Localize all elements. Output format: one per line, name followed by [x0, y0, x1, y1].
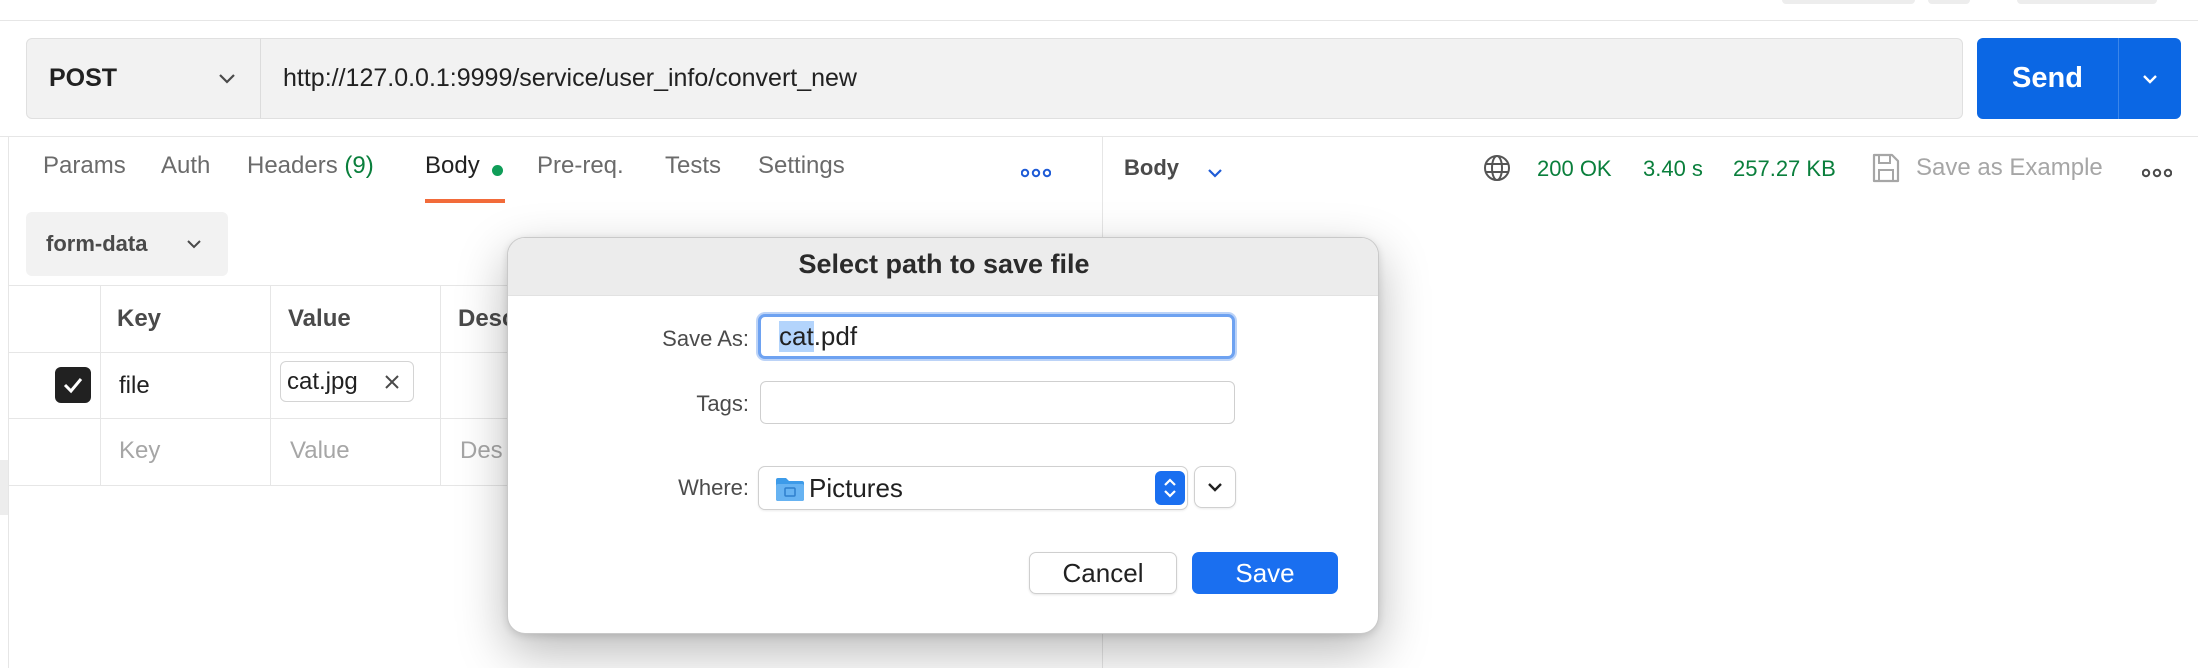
- description-input[interactable]: Des: [460, 437, 503, 465]
- table-border: [8, 418, 508, 419]
- chevron-down-icon: [219, 74, 235, 84]
- cancel-button[interactable]: Cancel: [1029, 552, 1177, 594]
- close-icon[interactable]: [383, 373, 401, 391]
- toolbar-button-partial[interactable]: [1928, 0, 1970, 4]
- table-border: [8, 285, 508, 286]
- tab-headers[interactable]: Headers (9): [247, 152, 374, 180]
- file-name: cat.jpg: [287, 367, 358, 395]
- save-button[interactable]: Save: [1192, 552, 1338, 594]
- tab-tests[interactable]: Tests: [665, 152, 721, 180]
- save-as-label: Save As:: [662, 326, 749, 351]
- chevron-down-icon: [187, 240, 201, 249]
- tags-input[interactable]: [760, 381, 1235, 424]
- response-time[interactable]: 3.40 s: [1643, 156, 1703, 182]
- chevron-down-icon[interactable]: [1205, 164, 1225, 184]
- filename-extension: .pdf: [813, 321, 858, 351]
- table-border: [440, 285, 441, 485]
- tab-params[interactable]: Params: [43, 152, 126, 180]
- save-file-dialog: Select path to save file Save As: cat .pd…: [507, 237, 1379, 634]
- column-header-key: Key: [117, 305, 162, 332]
- send-options-button[interactable]: [2118, 38, 2181, 119]
- globe-icon[interactable]: [1482, 153, 1512, 183]
- toolbar-button-partial[interactable]: [2017, 0, 2157, 4]
- table-border: [270, 285, 271, 485]
- save-icon: [1872, 153, 1900, 183]
- body-mode-label: form-data: [46, 231, 148, 256]
- active-tab-indicator: [425, 199, 505, 203]
- folder-icon: [776, 478, 804, 501]
- check-icon: [63, 378, 83, 394]
- body-indicator-dot: [492, 165, 503, 176]
- dialog-title: Select path to save file: [798, 249, 1090, 279]
- more-horizontal-icon[interactable]: [2142, 168, 2172, 178]
- tab-settings[interactable]: Settings: [758, 152, 845, 180]
- key-input[interactable]: Key: [119, 437, 160, 465]
- expand-browser-button[interactable]: [1194, 466, 1236, 508]
- method-label: POST: [49, 64, 118, 92]
- url-input[interactable]: http://127.0.0.1:9999/service/user_info/…: [260, 38, 1963, 119]
- where-label: Where:: [678, 475, 749, 500]
- where-location-select[interactable]: Pictures: [758, 466, 1188, 510]
- status-code[interactable]: 200 OK: [1537, 156, 1612, 182]
- toolbar-button-partial[interactable]: [1782, 0, 1915, 4]
- value-input[interactable]: Value: [290, 437, 350, 465]
- more-horizontal-icon[interactable]: [1021, 168, 1051, 178]
- table-border: [8, 485, 508, 486]
- divider: [8, 137, 9, 668]
- chevron-down-icon: [2143, 74, 2157, 84]
- row-key[interactable]: file: [119, 372, 150, 400]
- response-body-select[interactable]: Body: [1124, 155, 1179, 181]
- tab-headers-label: Headers: [247, 152, 338, 179]
- response-size[interactable]: 257.27 KB: [1733, 156, 1836, 182]
- headers-count: (9): [344, 152, 374, 179]
- method-select[interactable]: POST: [26, 38, 261, 119]
- tags-label: Tags:: [696, 391, 749, 416]
- column-header-value: Value: [288, 305, 351, 332]
- where-value: Pictures: [809, 472, 903, 503]
- table-border: [100, 285, 101, 485]
- table-border: [8, 352, 508, 353]
- chevron-down-icon: [1208, 483, 1222, 492]
- filename-input[interactable]: cat .pdf: [758, 314, 1235, 359]
- divider: [0, 136, 2198, 137]
- tab-prereq[interactable]: Pre-req.: [537, 152, 624, 180]
- row-enabled-checkbox[interactable]: [55, 367, 91, 403]
- sidebar-handle[interactable]: [0, 460, 8, 515]
- tab-auth[interactable]: Auth: [161, 152, 210, 180]
- stepper-icon: [1155, 471, 1185, 505]
- tab-body[interactable]: Body: [425, 152, 480, 180]
- save-as-example-button[interactable]: Save as Example: [1916, 154, 2103, 182]
- file-chip[interactable]: cat.jpg: [280, 361, 414, 402]
- url-text: http://127.0.0.1:9999/service/user_info/…: [283, 64, 857, 92]
- send-button[interactable]: Send: [1977, 38, 2118, 119]
- send-label: Send: [2012, 62, 2083, 94]
- body-mode-select[interactable]: form-data: [26, 212, 228, 276]
- top-divider: [0, 20, 2198, 21]
- filename-selection: cat: [779, 321, 814, 352]
